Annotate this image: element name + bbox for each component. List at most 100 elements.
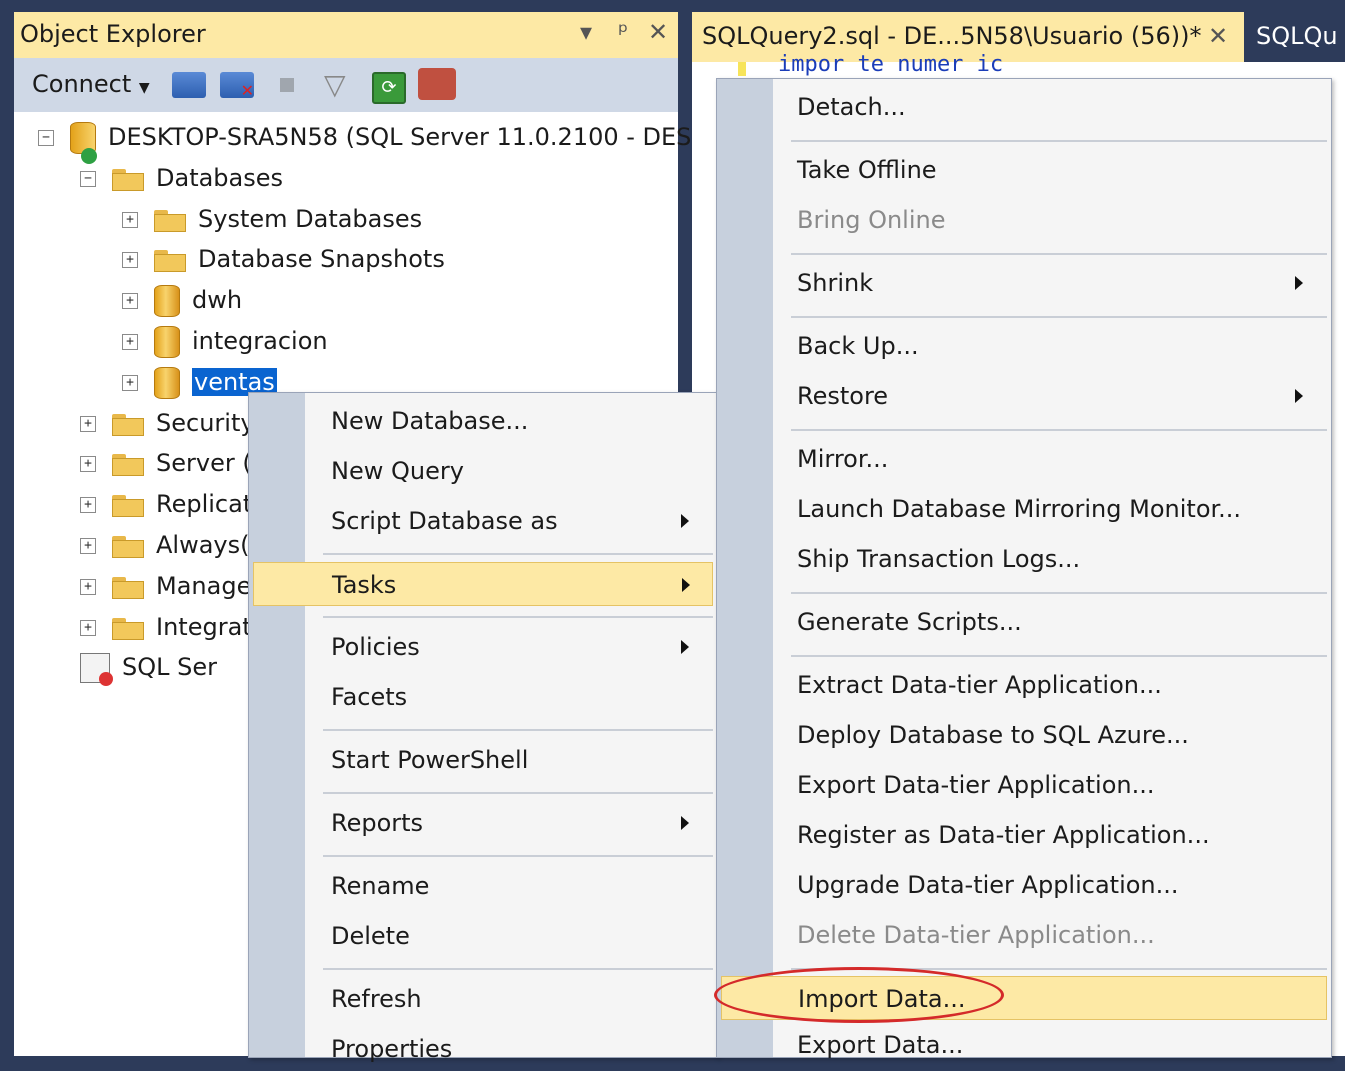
- menu-item-label: Launch Database Mirroring Monitor...: [797, 495, 1242, 523]
- tree-node[interactable]: + Server (: [80, 444, 252, 482]
- expand-icon[interactable]: +: [80, 416, 96, 432]
- tree-node[interactable]: SQL Ser: [80, 648, 217, 686]
- menu-item: Delete Data-tier Application...: [721, 913, 1327, 957]
- expand-icon[interactable]: +: [80, 620, 96, 636]
- menu-item-label: Facets: [331, 683, 408, 711]
- menu-item-label: Reports: [331, 809, 424, 837]
- tree-node[interactable]: + Replicat: [80, 485, 252, 523]
- menu-item[interactable]: Reports: [253, 801, 713, 845]
- summary-icon[interactable]: [418, 68, 456, 100]
- tree-node-label: Integrat: [156, 613, 252, 641]
- menu-item[interactable]: New Query: [253, 449, 713, 493]
- menu-item[interactable]: Tasks: [253, 562, 713, 606]
- agent-icon: [80, 653, 113, 686]
- menu-item[interactable]: Extract Data-tier Application...: [721, 663, 1327, 707]
- menu-separator: [323, 729, 713, 731]
- menu-item[interactable]: Take Offline: [721, 148, 1327, 192]
- tab-label: SQLQuery2.sql - DE...5N58\Usuario (56))*: [702, 22, 1202, 50]
- tab-close-icon[interactable]: ✕: [1208, 22, 1228, 50]
- tree-node[interactable]: + Database Snapshots: [122, 240, 445, 278]
- menu-item[interactable]: Export Data-tier Application...: [721, 763, 1327, 807]
- menu-item-label: Detach...: [797, 93, 906, 121]
- menu-item-label: Shrink: [797, 269, 874, 297]
- menu-item[interactable]: Launch Database Mirroring Monitor...: [721, 487, 1327, 531]
- tree-node-label: Always(: [156, 531, 250, 559]
- expand-icon[interactable]: +: [80, 579, 96, 595]
- tree-node[interactable]: − DESKTOP-SRA5N58 (SQL Server 11.0.2100 -…: [38, 118, 692, 164]
- menu-item[interactable]: Detach...: [721, 85, 1327, 129]
- folder-icon: [112, 167, 144, 191]
- menu-item-label: New Query: [331, 457, 464, 485]
- tree-node[interactable]: + Manage: [80, 567, 251, 605]
- expand-icon[interactable]: +: [122, 334, 138, 350]
- tree-node[interactable]: + dwh: [122, 281, 242, 319]
- expand-icon[interactable]: +: [80, 497, 96, 513]
- menu-item[interactable]: Rename: [253, 864, 713, 908]
- menu-item-label: Delete: [331, 922, 410, 950]
- menu-separator: [323, 968, 713, 970]
- stop-icon[interactable]: [280, 78, 294, 92]
- menu-separator: [791, 140, 1327, 142]
- menu-item[interactable]: Upgrade Data-tier Application...: [721, 863, 1327, 907]
- expand-icon[interactable]: +: [122, 293, 138, 309]
- disconnect-icon[interactable]: ✕: [220, 72, 254, 99]
- menu-item[interactable]: Ship Transaction Logs...: [721, 537, 1327, 581]
- refresh-icon[interactable]: ⟳: [372, 72, 406, 104]
- tree-node[interactable]: + Security: [80, 404, 255, 442]
- menu-separator: [791, 253, 1327, 255]
- tab-sqlquery-next[interactable]: SQLQu: [1246, 12, 1345, 62]
- collapse-icon[interactable]: −: [38, 130, 54, 146]
- tree-node[interactable]: + System Databases: [122, 200, 422, 238]
- expand-icon[interactable]: +: [122, 252, 138, 268]
- menu-item[interactable]: Delete: [253, 914, 713, 958]
- menu-item[interactable]: Register as Data-tier Application...: [721, 813, 1327, 857]
- expand-icon[interactable]: +: [122, 212, 138, 228]
- menu-item[interactable]: Refresh: [253, 977, 713, 1021]
- code-fragment: impor te numer ic: [778, 52, 1004, 77]
- annotation-circle: [714, 967, 1004, 1023]
- menu-item[interactable]: Mirror...: [721, 437, 1327, 481]
- connect-object-icon[interactable]: [172, 72, 206, 98]
- menu-item[interactable]: Policies: [253, 625, 713, 669]
- tree-node[interactable]: + integracion: [122, 322, 328, 360]
- menu-item-label: Export Data-tier Application...: [797, 771, 1155, 799]
- tree-node-label: DESKTOP-SRA5N58 (SQL Server 11.0.2100 - …: [108, 123, 692, 151]
- collapse-icon[interactable]: −: [80, 171, 96, 187]
- submenu-arrow-icon: [682, 578, 690, 592]
- folder-icon: [154, 208, 186, 232]
- tree-node[interactable]: + Always(: [80, 526, 250, 564]
- menu-item[interactable]: Shrink: [721, 261, 1327, 305]
- expand-icon[interactable]: +: [122, 375, 138, 391]
- menu-item-label: New Database...: [331, 407, 529, 435]
- menu-item-label: Start PowerShell: [331, 746, 529, 774]
- menu-item[interactable]: Generate Scripts...: [721, 600, 1327, 644]
- folder-icon: [154, 248, 186, 272]
- menu-item[interactable]: Restore: [721, 374, 1327, 418]
- menu-item[interactable]: New Database...: [253, 399, 713, 443]
- menu-item[interactable]: Script Database as: [253, 499, 713, 543]
- menu-item[interactable]: Deploy Database to SQL Azure...: [721, 713, 1327, 757]
- menu-separator: [323, 792, 713, 794]
- submenu-arrow-icon: [681, 640, 689, 654]
- close-icon[interactable]: ✕: [648, 18, 668, 46]
- expand-icon[interactable]: +: [80, 538, 96, 554]
- dropdown-icon[interactable]: ▾: [580, 18, 592, 46]
- tree-node[interactable]: + Integrat: [80, 608, 252, 646]
- change-marker: [738, 62, 746, 76]
- filter-icon[interactable]: ▽: [324, 68, 346, 101]
- menu-item[interactable]: Properties: [253, 1027, 713, 1071]
- menu-item-label: Ship Transaction Logs...: [797, 545, 1081, 573]
- menu-item-label: Take Offline: [797, 156, 937, 184]
- menu-item[interactable]: Start PowerShell: [253, 738, 713, 782]
- menu-item[interactable]: Back Up...: [721, 324, 1327, 368]
- pin-icon[interactable]: ᵖ: [618, 18, 628, 46]
- connect-button[interactable]: Connect ▼: [32, 70, 150, 98]
- tree-node[interactable]: − Databases: [80, 159, 283, 197]
- menu-item-label: Register as Data-tier Application...: [797, 821, 1210, 849]
- menu-item[interactable]: Facets: [253, 675, 713, 719]
- menu-item[interactable]: Export Data...: [721, 1023, 1327, 1067]
- expand-icon[interactable]: +: [80, 456, 96, 472]
- menu-separator: [323, 616, 713, 618]
- database-icon: [154, 285, 180, 317]
- chevron-down-icon: ▼: [138, 80, 150, 96]
